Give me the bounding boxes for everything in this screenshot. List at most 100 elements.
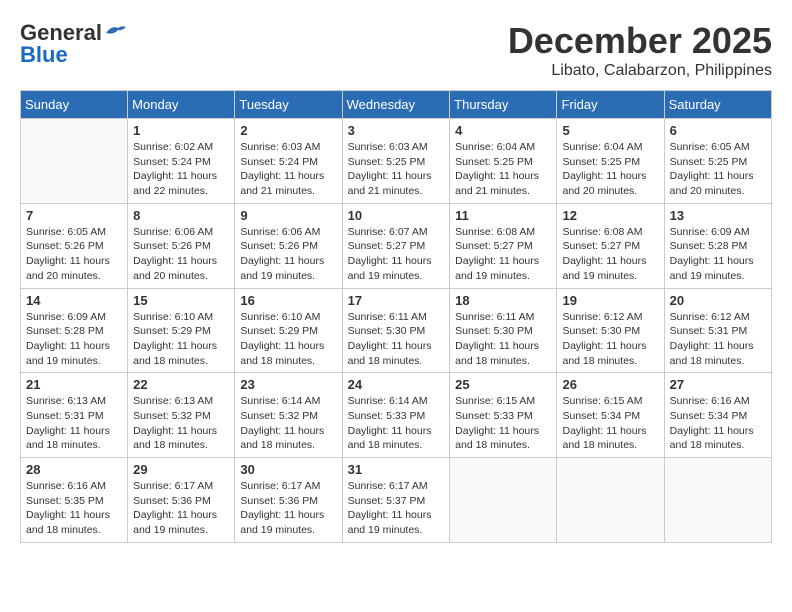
calendar-cell-w4-d6: 26 Sunrise: 6:15 AMSunset: 5:34 PMDayligh… [557, 373, 664, 458]
calendar-cell-w1-d6: 5 Sunrise: 6:04 AMSunset: 5:25 PMDaylight… [557, 119, 664, 204]
day-number: 18 [455, 293, 551, 308]
day-number: 8 [133, 208, 229, 223]
day-info: Sunrise: 6:10 AMSunset: 5:29 PMDaylight:… [133, 310, 229, 369]
day-number: 20 [670, 293, 766, 308]
calendar-title: December 2025 [508, 20, 772, 62]
day-number: 4 [455, 123, 551, 138]
day-number: 24 [348, 377, 445, 392]
calendar-cell-w2-d2: 8Sunrise: 6:06 AMSunset: 5:26 PMDaylight… [128, 203, 235, 288]
calendar-cell-w4-d2: 22 Sunrise: 6:13 AMSunset: 5:32 PMDayligh… [128, 373, 235, 458]
day-info: Sunrise: 6:17 AMSunset: 5:36 PMDaylight:… [240, 479, 336, 538]
calendar-cell-w1-d1 [21, 119, 128, 204]
calendar-week-2: 7Sunrise: 6:05 AMSunset: 5:26 PMDaylight… [21, 203, 772, 288]
day-info: Sunrise: 6:09 AMSunset: 5:28 PMDaylight:… [670, 225, 766, 284]
day-info: Sunrise: 6:13 AMSunset: 5:31 PMDaylight:… [26, 394, 122, 453]
calendar-cell-w4-d7: 27Sunrise: 6:16 AMSunset: 5:34 PMDayligh… [664, 373, 771, 458]
title-area: December 2025 Libato, Calabarzon, Philip… [508, 20, 772, 80]
day-number: 13 [670, 208, 766, 223]
day-info: Sunrise: 6:16 AMSunset: 5:35 PMDaylight:… [26, 479, 122, 538]
day-info: Sunrise: 6:14 AMSunset: 5:33 PMDaylight:… [348, 394, 445, 453]
day-info: Sunrise: 6:12 AMSunset: 5:31 PMDaylight:… [670, 310, 766, 369]
day-number: 16 [240, 293, 336, 308]
calendar-cell-w5-d2: 29 Sunrise: 6:17 AMSunset: 5:36 PMDayligh… [128, 458, 235, 543]
calendar-cell-w1-d5: 4 Sunrise: 6:04 AMSunset: 5:25 PMDaylight… [450, 119, 557, 204]
calendar-week-5: 28 Sunrise: 6:16 AMSunset: 5:35 PMDayligh… [21, 458, 772, 543]
day-number: 11 [455, 208, 551, 223]
calendar-cell-w5-d4: 31 Sunrise: 6:17 AMSunset: 5:37 PMDayligh… [342, 458, 450, 543]
day-info: Sunrise: 6:14 AMSunset: 5:32 PMDaylight:… [240, 394, 336, 453]
day-number: 5 [562, 123, 658, 138]
day-info: Sunrise: 6:10 AMSunset: 5:29 PMDaylight:… [240, 310, 336, 369]
calendar-cell-w2-d1: 7Sunrise: 6:05 AMSunset: 5:26 PMDaylight… [21, 203, 128, 288]
calendar-cell-w2-d4: 10 Sunrise: 6:07 AMSunset: 5:27 PMDayligh… [342, 203, 450, 288]
day-info: Sunrise: 6:07 AMSunset: 5:27 PMDaylight:… [348, 225, 445, 284]
col-monday: Monday [128, 91, 235, 119]
logo: General Blue [20, 20, 126, 68]
calendar-cell-w5-d6 [557, 458, 664, 543]
calendar-week-4: 21 Sunrise: 6:13 AMSunset: 5:31 PMDayligh… [21, 373, 772, 458]
calendar-cell-w3-d5: 18 Sunrise: 6:11 AMSunset: 5:30 PMDayligh… [450, 288, 557, 373]
col-wednesday: Wednesday [342, 91, 450, 119]
day-number: 28 [26, 462, 122, 477]
calendar-cell-w4-d4: 24 Sunrise: 6:14 AMSunset: 5:33 PMDayligh… [342, 373, 450, 458]
day-info: Sunrise: 6:03 AMSunset: 5:25 PMDaylight:… [348, 140, 445, 199]
day-number: 15 [133, 293, 229, 308]
day-number: 6 [670, 123, 766, 138]
day-info: Sunrise: 6:08 AMSunset: 5:27 PMDaylight:… [562, 225, 658, 284]
day-number: 10 [348, 208, 445, 223]
calendar-cell-w3-d1: 14 Sunrise: 6:09 AMSunset: 5:28 PMDayligh… [21, 288, 128, 373]
day-number: 25 [455, 377, 551, 392]
day-number: 31 [348, 462, 445, 477]
day-info: Sunrise: 6:08 AMSunset: 5:27 PMDaylight:… [455, 225, 551, 284]
day-number: 30 [240, 462, 336, 477]
day-info: Sunrise: 6:15 AMSunset: 5:34 PMDaylight:… [562, 394, 658, 453]
calendar-cell-w3-d7: 20 Sunrise: 6:12 AMSunset: 5:31 PMDayligh… [664, 288, 771, 373]
day-info: Sunrise: 6:09 AMSunset: 5:28 PMDaylight:… [26, 310, 122, 369]
calendar-cell-w3-d6: 19 Sunrise: 6:12 AMSunset: 5:30 PMDayligh… [557, 288, 664, 373]
calendar-cell-w5-d3: 30 Sunrise: 6:17 AMSunset: 5:36 PMDayligh… [235, 458, 342, 543]
day-number: 12 [562, 208, 658, 223]
calendar-cell-w1-d2: 1Sunrise: 6:02 AMSunset: 5:24 PMDaylight… [128, 119, 235, 204]
day-info: Sunrise: 6:11 AMSunset: 5:30 PMDaylight:… [348, 310, 445, 369]
day-number: 22 [133, 377, 229, 392]
day-info: Sunrise: 6:03 AMSunset: 5:24 PMDaylight:… [240, 140, 336, 199]
calendar-subtitle: Libato, Calabarzon, Philippines [508, 62, 772, 80]
calendar-table: Sunday Monday Tuesday Wednesday Thursday… [20, 90, 772, 543]
calendar-cell-w1-d7: 6 Sunrise: 6:05 AMSunset: 5:25 PMDaylight… [664, 119, 771, 204]
calendar-cell-w5-d7 [664, 458, 771, 543]
day-number: 17 [348, 293, 445, 308]
day-number: 29 [133, 462, 229, 477]
calendar-cell-w1-d3: 2Sunrise: 6:03 AMSunset: 5:24 PMDaylight… [235, 119, 342, 204]
day-info: Sunrise: 6:05 AMSunset: 5:26 PMDaylight:… [26, 225, 122, 284]
calendar-cell-w4-d5: 25 Sunrise: 6:15 AMSunset: 5:33 PMDayligh… [450, 373, 557, 458]
day-info: Sunrise: 6:06 AMSunset: 5:26 PMDaylight:… [240, 225, 336, 284]
calendar-cell-w5-d5 [450, 458, 557, 543]
day-info: Sunrise: 6:13 AMSunset: 5:32 PMDaylight:… [133, 394, 229, 453]
col-friday: Friday [557, 91, 664, 119]
day-info: Sunrise: 6:17 AMSunset: 5:37 PMDaylight:… [348, 479, 445, 538]
calendar-cell-w2-d7: 13 Sunrise: 6:09 AMSunset: 5:28 PMDayligh… [664, 203, 771, 288]
day-info: Sunrise: 6:15 AMSunset: 5:33 PMDaylight:… [455, 394, 551, 453]
calendar-cell-w4-d3: 23Sunrise: 6:14 AMSunset: 5:32 PMDayligh… [235, 373, 342, 458]
calendar-header-row: Sunday Monday Tuesday Wednesday Thursday… [21, 91, 772, 119]
day-info: Sunrise: 6:17 AMSunset: 5:36 PMDaylight:… [133, 479, 229, 538]
day-info: Sunrise: 6:12 AMSunset: 5:30 PMDaylight:… [562, 310, 658, 369]
calendar-cell-w3-d3: 16 Sunrise: 6:10 AMSunset: 5:29 PMDayligh… [235, 288, 342, 373]
day-number: 1 [133, 123, 229, 138]
day-info: Sunrise: 6:11 AMSunset: 5:30 PMDaylight:… [455, 310, 551, 369]
logo-blue-text: Blue [20, 42, 68, 68]
day-number: 26 [562, 377, 658, 392]
logo-bird-icon [104, 23, 126, 39]
calendar-week-3: 14 Sunrise: 6:09 AMSunset: 5:28 PMDayligh… [21, 288, 772, 373]
day-info: Sunrise: 6:05 AMSunset: 5:25 PMDaylight:… [670, 140, 766, 199]
day-info: Sunrise: 6:04 AMSunset: 5:25 PMDaylight:… [455, 140, 551, 199]
day-number: 19 [562, 293, 658, 308]
day-info: Sunrise: 6:16 AMSunset: 5:34 PMDaylight:… [670, 394, 766, 453]
col-saturday: Saturday [664, 91, 771, 119]
day-number: 14 [26, 293, 122, 308]
calendar-cell-w5-d1: 28 Sunrise: 6:16 AMSunset: 5:35 PMDayligh… [21, 458, 128, 543]
day-number: 21 [26, 377, 122, 392]
calendar-cell-w4-d1: 21 Sunrise: 6:13 AMSunset: 5:31 PMDayligh… [21, 373, 128, 458]
day-info: Sunrise: 6:04 AMSunset: 5:25 PMDaylight:… [562, 140, 658, 199]
calendar-cell-w2-d6: 12 Sunrise: 6:08 AMSunset: 5:27 PMDayligh… [557, 203, 664, 288]
